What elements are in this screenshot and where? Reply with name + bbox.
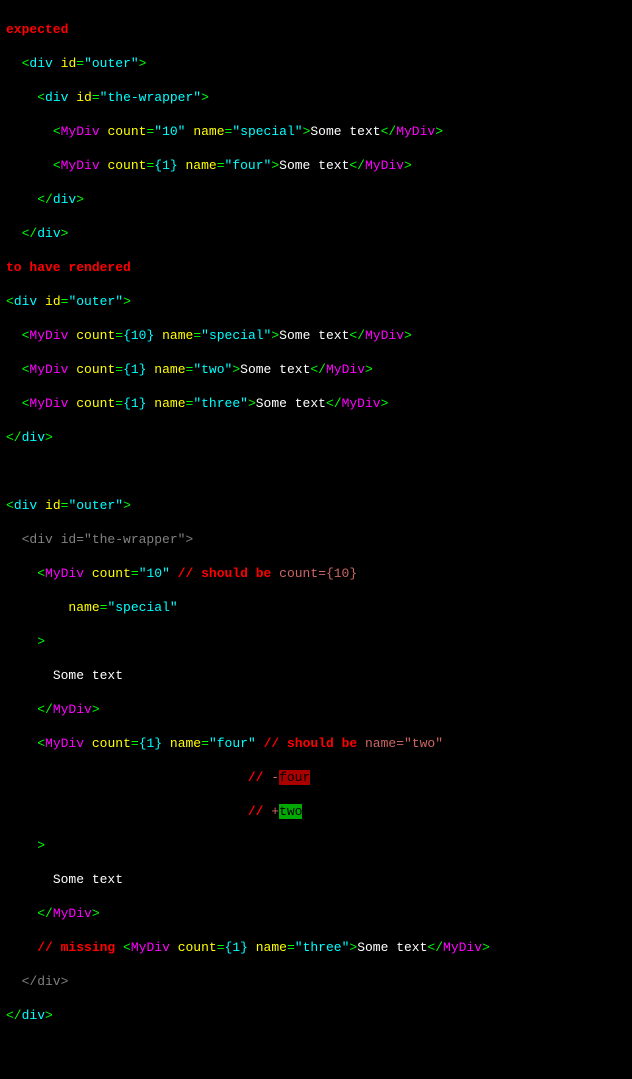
diff-l15: </div> bbox=[6, 973, 626, 990]
act-l5: </div> bbox=[6, 429, 626, 446]
diff-l9: // -four bbox=[6, 769, 626, 786]
diff-l13: </MyDiv> bbox=[6, 905, 626, 922]
exp-l2: <div id="the-wrapper"> bbox=[6, 89, 626, 106]
act-l3: <MyDiv count={1} name="two">Some text</M… bbox=[6, 361, 626, 378]
exp-l1: <div id="outer"> bbox=[6, 55, 626, 72]
diff-l7: </MyDiv> bbox=[6, 701, 626, 718]
diff-l8: <MyDiv count={1} name="four" // should b… bbox=[6, 735, 626, 752]
exp-l6: </div> bbox=[6, 225, 626, 242]
blank bbox=[6, 463, 626, 480]
diff-removed: four bbox=[279, 770, 310, 785]
diff-l1: <div id="outer"> bbox=[6, 497, 626, 514]
diff-l16: </div> bbox=[6, 1007, 626, 1024]
exp-l3: <MyDiv count="10" name="special">Some te… bbox=[6, 123, 626, 140]
act-l1: <div id="outer"> bbox=[6, 293, 626, 310]
exp-l4: <MyDiv count={1} name="four">Some text</… bbox=[6, 157, 626, 174]
diff-l12: Some text bbox=[6, 871, 626, 888]
diff-l5: > bbox=[6, 633, 626, 650]
act-l2: <MyDiv count={10} name="special">Some te… bbox=[6, 327, 626, 344]
act-l4: <MyDiv count={1} name="three">Some text<… bbox=[6, 395, 626, 412]
diff-added: two bbox=[279, 804, 302, 819]
header-expected: expected bbox=[6, 21, 626, 38]
diff-l3: <MyDiv count="10" // should be count={10… bbox=[6, 565, 626, 582]
header-rendered: to have rendered bbox=[6, 259, 626, 276]
diff-l10: // +two bbox=[6, 803, 626, 820]
diff-l6: Some text bbox=[6, 667, 626, 684]
diff-l14: // missing <MyDiv count={1} name="three"… bbox=[6, 939, 626, 956]
exp-l5: </div> bbox=[6, 191, 626, 208]
diff-l4: name="special" bbox=[6, 599, 626, 616]
diff-l11: > bbox=[6, 837, 626, 854]
